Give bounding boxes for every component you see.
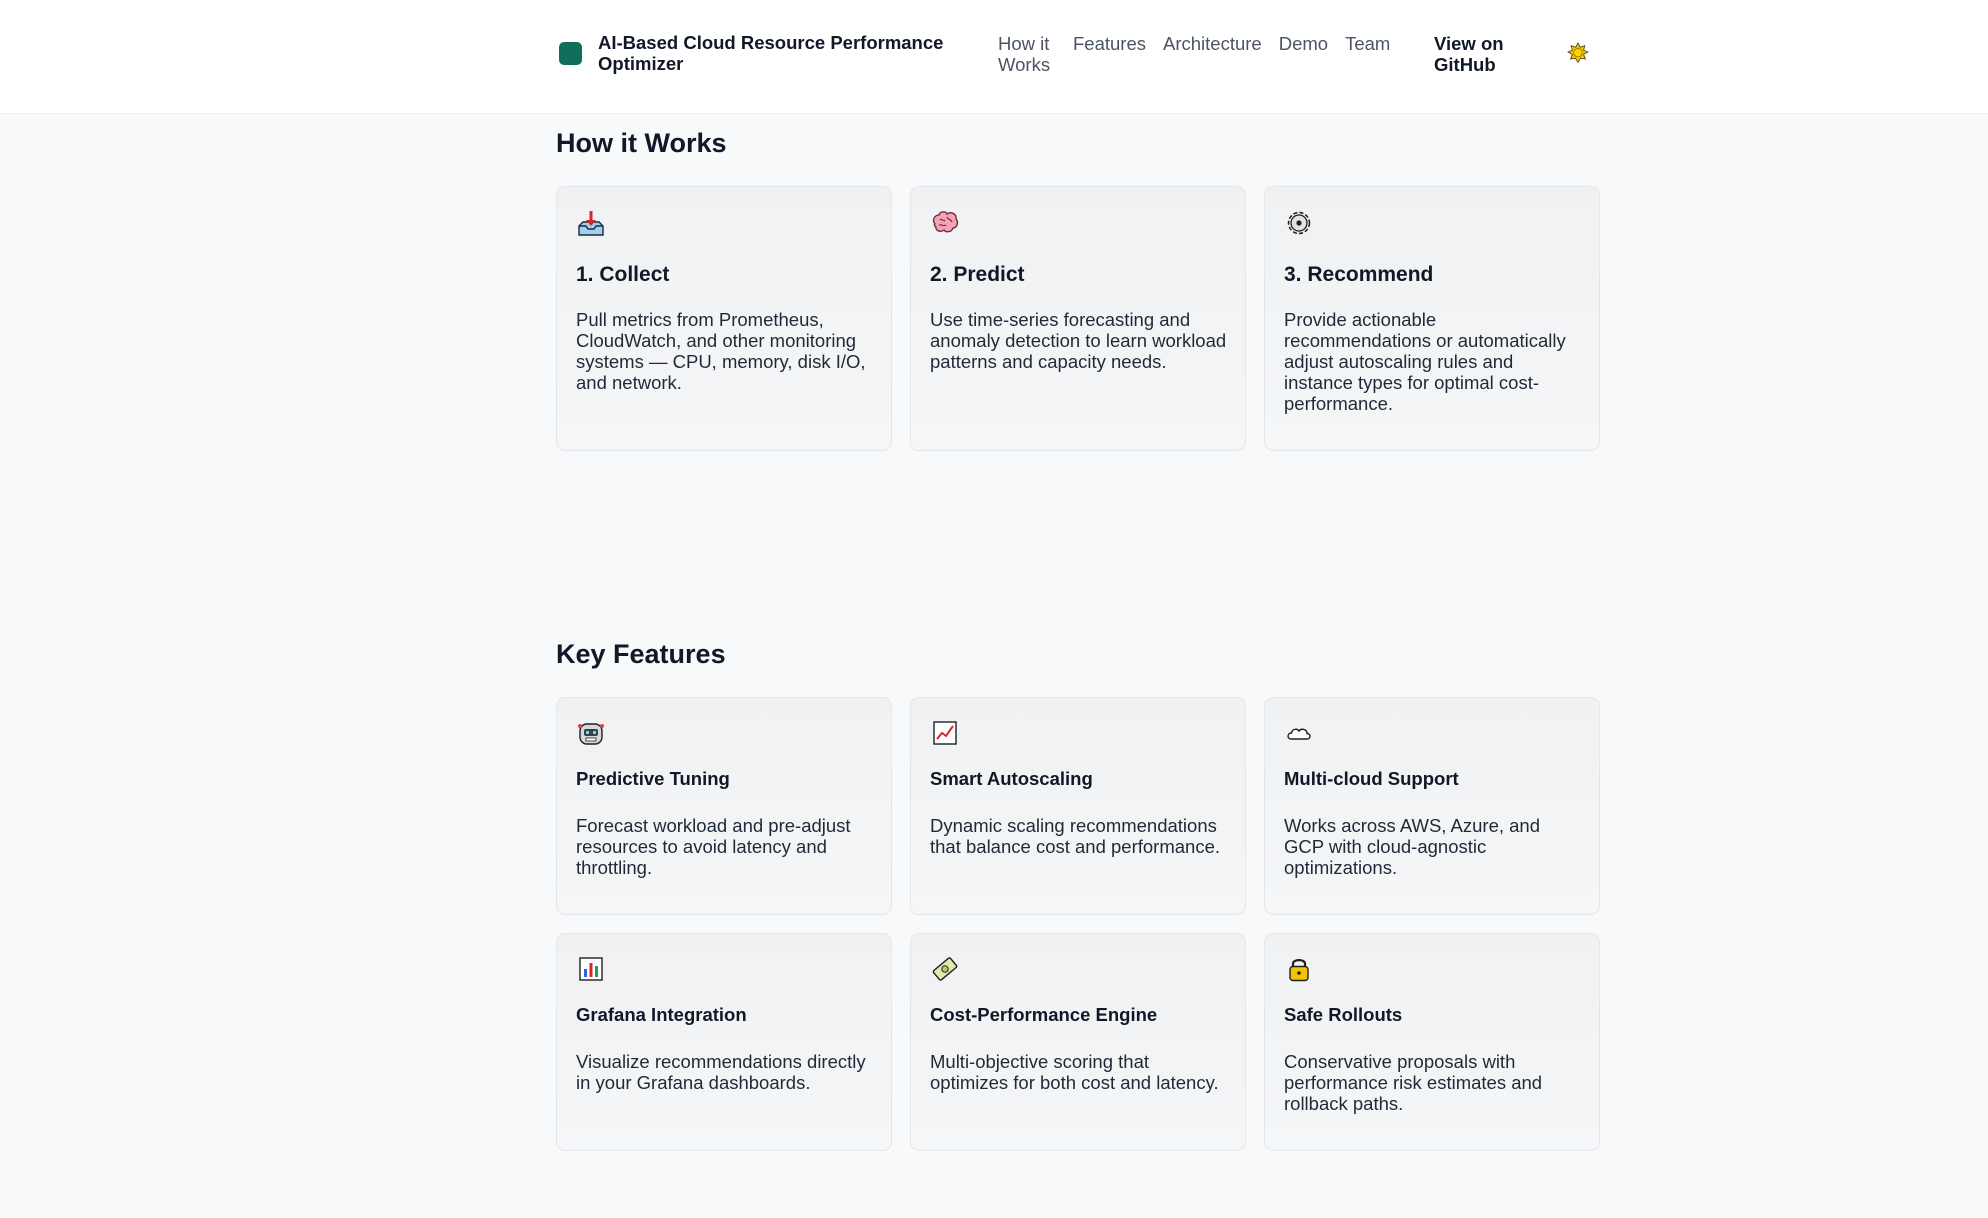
robot-icon: [578, 723, 604, 745]
github-link[interactable]: View on GitHub: [1434, 33, 1534, 75]
main-nav: How it Works Features Architecture Demo …: [998, 33, 1407, 75]
feature-card-cost-performance-engine: Cost-Performance Engine Multi-objective …: [910, 933, 1246, 1151]
brand-title: AI-Based Cloud Resource Performance Opti…: [598, 32, 944, 74]
brand[interactable]: AI-Based Cloud Resource Performance Opti…: [559, 32, 958, 74]
nav-link-features[interactable]: Features: [1073, 33, 1146, 54]
feature-description: Conservative proposals with performance …: [1284, 1051, 1543, 1114]
feature-description: Forecast workload and pre-adjust resourc…: [576, 815, 851, 878]
top-nav-bar: AI-Based Cloud Resource Performance Opti…: [0, 0, 1988, 114]
step-description: Use time-series forecasting and anomaly …: [930, 309, 1227, 372]
brand-logo-icon: [559, 42, 582, 65]
step-card-predict: 2. Predict Use time-series forecasting a…: [910, 186, 1246, 451]
how-it-works-heading: How it Works: [556, 128, 727, 158]
feature-title: Cost-Performance Engine: [930, 1004, 1158, 1025]
step-card-recommend: 3. Recommend Provide actionable recommen…: [1264, 186, 1600, 451]
money-icon: [932, 957, 958, 981]
brain-icon: [932, 211, 959, 233]
nav-link-demo[interactable]: Demo: [1279, 33, 1328, 54]
step-title: 3. Recommend: [1284, 263, 1434, 286]
step-card-collect: 1. Collect Pull metrics from Prometheus,…: [556, 186, 892, 451]
feature-card-smart-autoscaling: Smart Autoscaling Dynamic scaling recomm…: [910, 697, 1246, 915]
feature-description: Dynamic scaling recommendations that bal…: [930, 815, 1221, 857]
feature-card-safe-rollouts: Safe Rollouts Conservative proposals wit…: [1264, 933, 1600, 1151]
bar-chart-icon: [579, 957, 603, 981]
feature-title: Safe Rollouts: [1284, 1004, 1403, 1025]
nav-link-how-it-works[interactable]: How it Works: [998, 33, 1056, 75]
step-description: Pull metrics from Prometheus, CloudWatch…: [576, 309, 866, 393]
inbox-tray-icon: [578, 211, 604, 236]
feature-title: Predictive Tuning: [576, 768, 730, 789]
nav-link-architecture[interactable]: Architecture: [1163, 33, 1262, 54]
feature-title: Multi-cloud Support: [1284, 768, 1459, 789]
feature-card-multi-cloud-support: Multi-cloud Support Works across AWS, Az…: [1264, 697, 1600, 915]
step-description: Provide actionable recommendations or au…: [1284, 309, 1566, 414]
feature-title: Smart Autoscaling: [930, 768, 1093, 789]
gear-icon: [1287, 211, 1311, 235]
feature-description: Works across AWS, Azure, and GCP with cl…: [1284, 815, 1541, 878]
nav-link-team[interactable]: Team: [1345, 33, 1390, 54]
feature-card-predictive-tuning: Predictive Tuning Forecast workload and …: [556, 697, 892, 915]
chart-increasing-icon: [933, 721, 957, 745]
feature-description: Visualize recommendations directly in yo…: [576, 1051, 866, 1093]
lock-icon: [1289, 959, 1309, 982]
step-title: 1. Collect: [576, 263, 670, 286]
key-features-heading: Key Features: [556, 639, 726, 669]
cloud-icon: [1287, 728, 1311, 740]
feature-title: Grafana Integration: [576, 1004, 747, 1025]
feature-description: Multi-objective scoring that optimizes f…: [930, 1051, 1219, 1093]
sun-icon[interactable]: [1567, 42, 1589, 64]
feature-card-grafana-integration: Grafana Integration Visualize recommenda…: [556, 933, 892, 1151]
step-title: 2. Predict: [930, 263, 1025, 286]
